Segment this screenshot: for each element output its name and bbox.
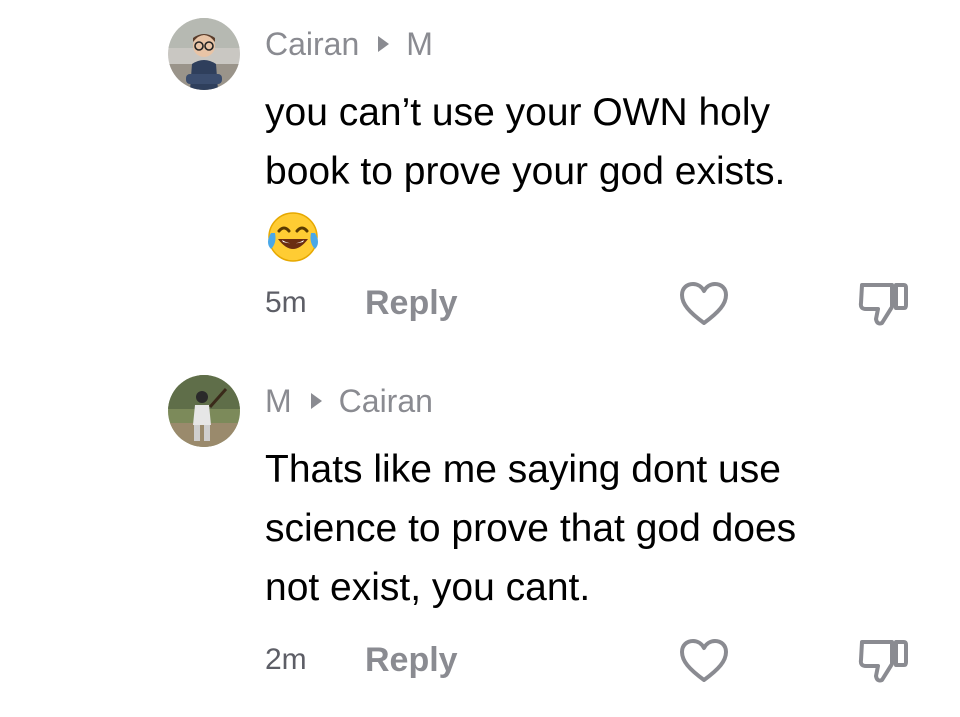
comment-text-line: not exist, you cant. xyxy=(265,566,591,609)
avatar-boy-glasses-image xyxy=(168,18,240,90)
thumbs-down-outline-icon[interactable] xyxy=(858,279,908,327)
face-with-tears-of-joy-icon xyxy=(268,211,318,262)
author-name[interactable]: M xyxy=(265,383,292,420)
comment-time: 5m xyxy=(265,286,307,319)
author-name[interactable]: Cairan xyxy=(265,26,359,63)
reply-to-name[interactable]: M xyxy=(406,26,433,63)
reply-arrow-icon xyxy=(378,36,390,52)
reply-to-name[interactable]: Cairan xyxy=(339,383,433,420)
reply-arrow-icon xyxy=(310,393,322,409)
comment-meta: 5m Reply xyxy=(265,282,458,324)
reply-button[interactable]: Reply xyxy=(365,641,458,680)
comment-text-line: science to prove that god does xyxy=(265,507,797,550)
comment-header: M Cairan xyxy=(265,381,433,421)
comment-text-line: book to prove your god exists. xyxy=(265,150,786,193)
avatar-baseball-player-image xyxy=(168,375,240,447)
comment-header: Cairan M xyxy=(265,24,433,64)
thumbs-down-outline-icon[interactable] xyxy=(858,636,908,684)
heart-outline-icon[interactable] xyxy=(679,281,729,327)
comment-time: 2m xyxy=(265,643,307,676)
avatar[interactable] xyxy=(168,18,240,90)
comment-text: you can’t use your OWN holy book to prov… xyxy=(265,83,935,269)
avatar[interactable] xyxy=(168,375,240,447)
comment-text-line: you can’t use your OWN holy xyxy=(265,91,771,134)
heart-outline-icon[interactable] xyxy=(679,638,729,684)
reply-button[interactable]: Reply xyxy=(365,284,458,323)
comment-meta: 2m Reply xyxy=(265,639,458,681)
comment-text-line: Thats like me saying dont use xyxy=(265,448,781,491)
comment-text: Thats like me saying dont use science to… xyxy=(265,440,935,617)
